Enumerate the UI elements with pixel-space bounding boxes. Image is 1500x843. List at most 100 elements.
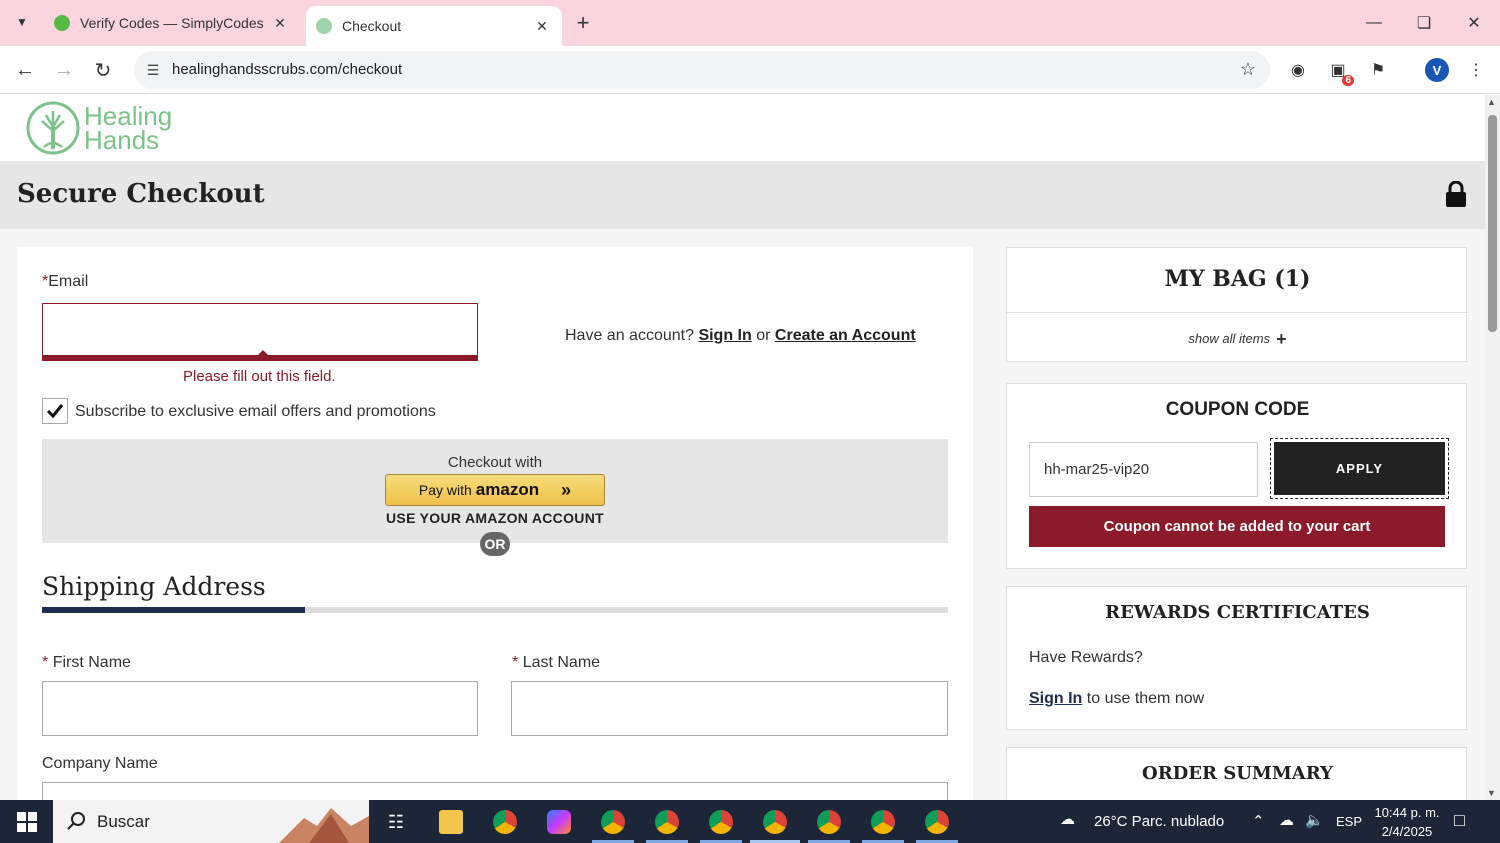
reload-button[interactable]: ↻ xyxy=(89,56,117,84)
windows-logo-icon xyxy=(16,811,37,832)
chrome-icon[interactable] xyxy=(488,805,522,839)
show-all-items-toggle[interactable]: show all items + xyxy=(1007,329,1468,350)
coupon-title: COUPON CODE xyxy=(1165,399,1310,420)
plus-icon: + xyxy=(1276,329,1287,349)
site-header: Healing Hands xyxy=(0,95,1485,161)
last-name-field[interactable] xyxy=(511,681,948,736)
taskbar-search-placeholder: Buscar xyxy=(97,812,150,831)
chrome-profile-m2-icon[interactable] xyxy=(812,805,846,839)
weather-icon[interactable]: ☁ xyxy=(1060,810,1075,828)
rewards-sign-in-line: Sign In to use them now xyxy=(1029,690,1204,708)
coupon-code-input[interactable]: hh-mar25-vip20 xyxy=(1029,442,1258,497)
url-text[interactable]: healinghandsscrubs.com/checkout xyxy=(172,61,402,78)
chevron-up-icon[interactable]: ⌃ xyxy=(1252,812,1265,830)
rewards-title: REWARDS CERTIFICATES xyxy=(1105,602,1370,623)
site-info-icon[interactable]: ☰ xyxy=(144,61,162,79)
extension-badge-icon[interactable]: ▣ 6 xyxy=(1326,58,1354,86)
first-name-label: * First Name xyxy=(42,654,131,671)
notifications-icon[interactable]: □ xyxy=(1454,810,1465,831)
windows-start-button[interactable] xyxy=(0,800,53,843)
browser-toolbar: ← → ↻ ☰ healinghandsscrubs.com/checkout … xyxy=(0,46,1500,94)
lock-icon xyxy=(1446,181,1466,207)
tab-title: Checkout xyxy=(342,18,402,34)
search-highlight-art-icon xyxy=(279,808,369,843)
taskbar-clock[interactable]: 10:44 p. m. 2/4/2025 xyxy=(1372,803,1442,841)
rewards-sign-in-suffix: to use them now xyxy=(1086,690,1205,707)
forward-button[interactable]: → xyxy=(50,56,78,84)
chrome-profile-j-icon[interactable] xyxy=(596,805,630,839)
address-bar[interactable]: ☰ healinghandsscrubs.com/checkout ☆ xyxy=(134,51,1270,89)
order-summary-title: ORDER SUMMARY xyxy=(1142,763,1333,784)
apply-button-focus-ring: APPLY xyxy=(1270,438,1449,499)
extensions-puzzle-icon[interactable]: ⚑ xyxy=(1366,58,1390,82)
chrome-profile-m-icon[interactable] xyxy=(704,805,738,839)
amazon-pay-section: Checkout with Pay with amazon » USE YOUR… xyxy=(42,439,948,556)
chrome-profile-g-icon[interactable] xyxy=(920,805,954,839)
volume-icon[interactable]: 🔈 xyxy=(1305,811,1324,829)
close-icon[interactable]: ✕ xyxy=(270,13,290,33)
checkout-progress-fill xyxy=(42,607,305,613)
restore-button[interactable]: ❏ xyxy=(1409,8,1439,38)
taskbar: Buscar ☷ ☁ 26°C Parc. nublado ⌃ ☁ 🔈 ESP … xyxy=(0,800,1500,843)
checkout-form-panel: *Email Please fill out this field. Have … xyxy=(17,247,973,800)
clock-time: 10:44 p. m. xyxy=(1374,805,1440,820)
amazon-brand-text: amazon xyxy=(475,480,540,499)
or-text: or xyxy=(756,327,771,344)
profile-avatar[interactable]: V xyxy=(1425,58,1449,82)
tab-simplycodes[interactable]: Verify Codes — SimplyCodes ✕ xyxy=(44,0,300,46)
checkmark-icon xyxy=(46,404,64,419)
chrome-profile-j2-icon[interactable] xyxy=(650,805,684,839)
last-name-label: * Last Name xyxy=(512,654,601,671)
email-label: *Email xyxy=(42,273,89,290)
account-prompt-text: Have an account? xyxy=(565,327,694,344)
search-icon xyxy=(67,812,85,830)
extension-robot-icon[interactable]: ◉ xyxy=(1286,58,1310,82)
logo-text-line2: Hands xyxy=(84,125,160,155)
scroll-thumb[interactable] xyxy=(1488,115,1497,332)
apply-coupon-button[interactable]: APPLY xyxy=(1274,442,1445,495)
scroll-down-icon[interactable]: ▼ xyxy=(1487,788,1496,798)
amazon-pay-prefix: Pay with xyxy=(418,482,472,498)
use-amazon-text: USE YOUR AMAZON ACCOUNT xyxy=(386,510,604,526)
page-scrollbar[interactable]: ▲ ▼ xyxy=(1485,95,1500,800)
chrome-profile-v-icon[interactable] xyxy=(758,805,792,839)
minimize-button[interactable]: — xyxy=(1359,8,1389,38)
extension-count-badge: 6 xyxy=(1342,75,1354,86)
bookmark-star-icon[interactable]: ☆ xyxy=(1240,59,1256,80)
first-name-field[interactable] xyxy=(42,681,478,736)
account-prompt: Have an account? Sign In or Create an Ac… xyxy=(565,327,916,345)
clock-date: 2/4/2025 xyxy=(1381,824,1433,839)
browser-menu-icon[interactable]: ⋮ xyxy=(1464,58,1488,82)
tab-search-button[interactable]: ▼ xyxy=(8,8,36,36)
back-button[interactable]: ← xyxy=(11,56,39,84)
chrome-profile-a-icon[interactable] xyxy=(866,805,900,839)
healing-hands-favicon-icon xyxy=(316,18,332,34)
shipping-address-heading: Shipping Address xyxy=(42,572,266,601)
company-name-field[interactable] xyxy=(42,782,948,800)
coupon-error-message: Coupon cannot be added to your cart xyxy=(1029,506,1445,547)
create-account-link[interactable]: Create an Account xyxy=(775,327,916,344)
language-indicator[interactable]: ESP xyxy=(1336,814,1362,829)
scroll-up-icon[interactable]: ▲ xyxy=(1487,97,1496,107)
file-explorer-icon[interactable] xyxy=(434,805,468,839)
close-icon[interactable]: ✕ xyxy=(532,16,552,36)
weather-text[interactable]: 26°C Parc. nublado xyxy=(1094,813,1224,830)
validation-tooltip-arrow xyxy=(257,350,269,356)
company-name-label: Company Name xyxy=(42,755,158,772)
onedrive-cloud-icon[interactable]: ☁ xyxy=(1279,811,1294,829)
rewards-sign-in-link[interactable]: Sign In xyxy=(1029,690,1082,707)
new-tab-button[interactable]: + xyxy=(570,10,596,36)
tab-checkout[interactable]: Checkout ✕ xyxy=(306,6,562,46)
checkout-progress-bar xyxy=(42,607,948,613)
my-bag-card: MY BAG (1) show all items + xyxy=(1006,247,1468,362)
subscribe-checkbox[interactable] xyxy=(42,398,68,424)
page-title: Secure Checkout xyxy=(17,179,265,209)
healing-hands-logo[interactable]: Healing Hands xyxy=(26,101,172,155)
checkout-with-text: Checkout with xyxy=(447,454,543,471)
amazon-pay-button[interactable]: Pay with amazon » xyxy=(385,474,605,506)
task-view-icon[interactable]: ☷ xyxy=(379,805,413,839)
close-window-button[interactable]: ✕ xyxy=(1459,8,1489,38)
taskbar-search-box[interactable]: Buscar xyxy=(53,800,369,843)
copilot-icon[interactable] xyxy=(542,805,576,839)
sign-in-link[interactable]: Sign In xyxy=(698,327,751,344)
